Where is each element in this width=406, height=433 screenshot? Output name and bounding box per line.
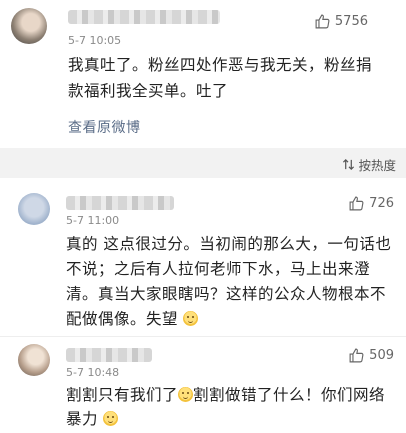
- comment-text-line1: 真的 这点很过分。当初闹的那么大，一句话也: [66, 235, 392, 253]
- comment-text: 配做偶像。失望: [66, 310, 179, 328]
- comment-time: 5-7 10:48: [66, 366, 120, 379]
- like-count: 5756: [334, 14, 368, 29]
- comment-text-line2: 暴力: [66, 408, 119, 431]
- like-button[interactable]: 509: [348, 347, 394, 364]
- like-button[interactable]: 5756: [314, 13, 368, 30]
- comment-text-line1: 割割只有我们了 割割做错了什么！你们网络: [66, 384, 385, 407]
- post-time: 5-7 10:05: [68, 34, 122, 47]
- view-original-link[interactable]: 查看原微博: [68, 117, 141, 137]
- username-blurred[interactable]: [68, 10, 220, 24]
- avatar[interactable]: [11, 8, 47, 44]
- comment-text-line2: 不说；之后有人拉何老师下水，马上出来澄: [66, 260, 371, 278]
- cat-emoji-icon: [178, 387, 194, 402]
- post-text-line2: 款福利我全买单。吐了: [68, 82, 229, 100]
- divider: [0, 336, 406, 337]
- thumbs-up-icon: [349, 348, 364, 363]
- comment-text-line3: 清。真当大家眼瞎吗？这样的公众人物根本不: [66, 285, 387, 303]
- comment-time: 5-7 11:00: [66, 214, 120, 227]
- username-blurred[interactable]: [66, 196, 174, 210]
- comment-text: 割割只有我们了: [66, 386, 179, 404]
- thumbs-up-icon: [349, 196, 364, 211]
- thumbs-up-icon: [315, 14, 330, 29]
- sort-label: 按热度: [358, 158, 396, 173]
- cat-emoji-icon: [103, 411, 119, 426]
- sad-emoji-icon: [183, 311, 199, 326]
- sort-icon: [343, 159, 355, 170]
- post-text-line1: 我真吐了。粉丝四处作恶与我无关，粉丝捐: [68, 56, 373, 74]
- avatar[interactable]: [18, 344, 50, 376]
- sort-by-hot-button[interactable]: 按热度: [342, 155, 396, 174]
- like-count: 726: [369, 196, 394, 211]
- comment-text-line4: 配做偶像。失望: [66, 308, 199, 331]
- comment-text: 暴力: [66, 410, 99, 428]
- username-blurred[interactable]: [66, 348, 152, 362]
- comment-text: 割割做错了什么！你们网络: [193, 386, 386, 404]
- sort-bar: 按热度: [0, 148, 406, 178]
- like-button[interactable]: 726: [348, 195, 394, 212]
- like-count: 509: [369, 348, 394, 363]
- avatar[interactable]: [18, 193, 50, 225]
- original-post: 5-7 10:05 5756 我真吐了。粉丝四处作恶与我无关，粉丝捐 款福利我全…: [0, 0, 406, 148]
